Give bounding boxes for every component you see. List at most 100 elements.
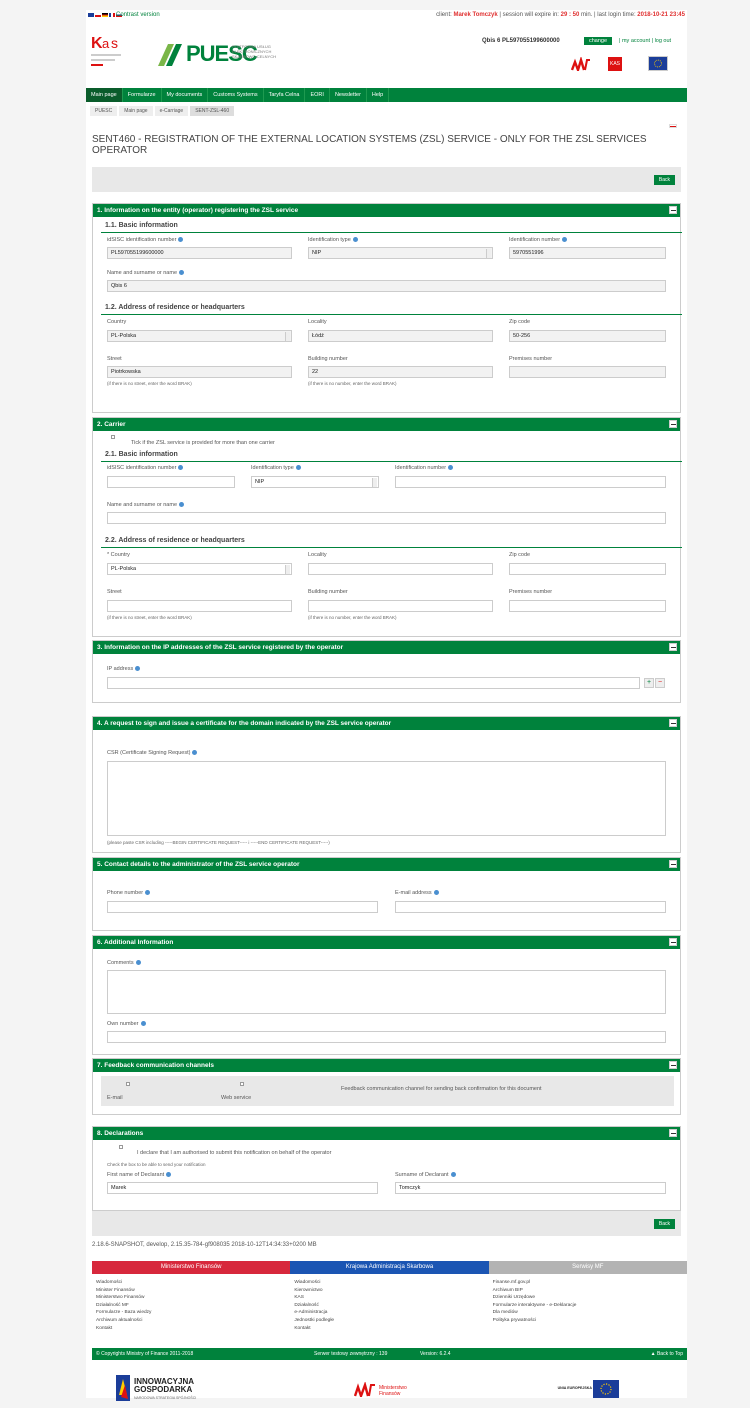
nav-customs-systems[interactable]: Customs Systems: [208, 88, 264, 102]
kas-logo-icon[interactable]: K a s: [89, 28, 127, 68]
carrier-idnum-field[interactable]: [395, 476, 666, 488]
footer-col-kas: Wiadomości Kierownictwo KAS Działalność …: [290, 1279, 488, 1332]
footer-link[interactable]: Polityka prywatności: [493, 1317, 687, 1325]
section-additional-header[interactable]: 6. Additional Information: [93, 936, 680, 949]
breadcrumb-puesc[interactable]: PUESC: [90, 106, 118, 116]
footer-link[interactable]: Kontakt: [96, 1325, 290, 1333]
footer-link[interactable]: Minister Finansów: [96, 1287, 290, 1295]
footer-link[interactable]: Formularze - Baza wiedzy: [96, 1309, 290, 1317]
flag-de-icon[interactable]: [102, 13, 108, 17]
footer-link[interactable]: Dla mediów: [493, 1309, 687, 1317]
footer-tab-mf[interactable]: Ministerstwo Finansów: [92, 1261, 291, 1274]
email-checkbox[interactable]: [126, 1082, 130, 1086]
nav-main-page[interactable]: Main page: [86, 88, 123, 102]
back-button-top[interactable]: Back: [653, 175, 675, 185]
collapse-icon[interactable]: [669, 420, 677, 428]
footer-link[interactable]: Ministerstwo Finansów: [96, 1294, 290, 1302]
surname-field[interactable]: Tomczyk: [395, 1182, 666, 1194]
premises-field[interactable]: [509, 366, 666, 378]
nav-my-documents[interactable]: My documents: [162, 88, 209, 102]
footer-link[interactable]: Finanse.mf.gov.pl: [493, 1279, 687, 1287]
email-field[interactable]: [395, 901, 666, 913]
web-service-checkbox[interactable]: [240, 1082, 244, 1086]
carrier-country-select[interactable]: PL-Polska: [107, 563, 292, 575]
collapse-icon[interactable]: [669, 860, 677, 868]
contrast-link[interactable]: Contrast version: [116, 12, 160, 18]
back-button-bottom[interactable]: Back: [653, 1219, 675, 1229]
footer-link[interactable]: Działalność MF: [96, 1302, 290, 1310]
email-label: E-mail address: [395, 890, 439, 896]
collapse-icon[interactable]: [669, 206, 677, 214]
nav-help[interactable]: Help: [367, 88, 390, 102]
section-declarations-header[interactable]: 8. Declarations: [93, 1127, 680, 1140]
idsisc-field[interactable]: PL597055199600000: [107, 247, 292, 259]
section-carrier-header[interactable]: 2. Carrier: [93, 418, 680, 431]
carrier-locality-field[interactable]: [308, 563, 493, 575]
flag-fr-icon[interactable]: [109, 13, 115, 17]
nav-formularze[interactable]: Formularze: [123, 88, 162, 102]
nav-taryfa-celna[interactable]: Taryfa Celna: [264, 88, 306, 102]
footer-link[interactable]: Działalność: [294, 1302, 488, 1310]
carrier-zip-field[interactable]: [509, 563, 666, 575]
collapse-icon[interactable]: [669, 938, 677, 946]
footer-link[interactable]: Jednostki podległe: [294, 1317, 488, 1325]
footer-link[interactable]: Archiwum BIP: [493, 1287, 687, 1295]
change-button[interactable]: change: [584, 37, 613, 45]
first-name-field[interactable]: Marek: [107, 1182, 378, 1194]
multi-carrier-checkbox[interactable]: [111, 435, 115, 439]
country-select[interactable]: PL-Polska: [107, 330, 292, 342]
carrier-premises-field[interactable]: [509, 600, 666, 612]
csr-textarea[interactable]: [107, 761, 666, 836]
footer-link[interactable]: Wiadomości: [96, 1279, 290, 1287]
footer-link[interactable]: Archiwum aktualności: [96, 1317, 290, 1325]
footer-tab-kas[interactable]: Krajowa Administracja Skarbowa: [290, 1261, 489, 1274]
carrier-street-field[interactable]: [107, 600, 292, 612]
section-csr-header[interactable]: 4. A request to sign and issue a certifi…: [93, 717, 680, 730]
street-field[interactable]: Piotrkowska: [107, 366, 292, 378]
locality-field[interactable]: Łódź: [308, 330, 493, 342]
building-field[interactable]: 22: [308, 366, 493, 378]
nav-newsletter[interactable]: Newsletter: [330, 88, 367, 102]
footer-link[interactable]: e-Administracja: [294, 1309, 488, 1317]
nav-eori[interactable]: EORI: [305, 88, 330, 102]
idtype-select[interactable]: NIP: [308, 247, 493, 259]
collapse-icon[interactable]: [669, 1061, 677, 1069]
section-ip-header[interactable]: 3. Information on the IP addresses of th…: [93, 641, 680, 654]
collapse-icon[interactable]: [669, 643, 677, 651]
carrier-name-field[interactable]: [107, 512, 666, 524]
breadcrumb-main-page[interactable]: Main page: [119, 106, 153, 116]
section-operator-header[interactable]: 1. Information on the entity (operator) …: [93, 204, 680, 217]
remove-icon[interactable]: −: [655, 678, 665, 688]
footer-tab-serwisy[interactable]: Serwisy MF: [488, 1261, 687, 1274]
add-icon[interactable]: +: [644, 678, 654, 688]
breadcrumb-e-carriage[interactable]: e-Carriage: [154, 106, 189, 116]
footer-link[interactable]: Wiadomości: [294, 1279, 488, 1287]
carrier-idsisc-field[interactable]: [107, 476, 235, 488]
declaration-checkbox[interactable]: [119, 1145, 123, 1149]
collapse-icon[interactable]: [669, 1129, 677, 1137]
phone-field[interactable]: [107, 901, 378, 913]
idnum-field[interactable]: 5970551996: [509, 247, 666, 259]
ip-field[interactable]: [107, 677, 640, 689]
own-number-field[interactable]: [107, 1031, 666, 1043]
section-feedback-header[interactable]: 7. Feedback communication channels: [93, 1059, 680, 1072]
footer-link[interactable]: Kierownictwo: [294, 1287, 488, 1295]
name-field[interactable]: Qbis 6: [107, 280, 666, 292]
account-links[interactable]: | my account | log out: [619, 38, 671, 44]
back-to-top-link[interactable]: ▲ Back to Top: [651, 1348, 683, 1360]
pl-flag-icon[interactable]: [669, 124, 677, 128]
carrier-idtype-select[interactable]: NIP: [251, 476, 379, 488]
flag-pl-icon[interactable]: [95, 13, 101, 17]
footer-link[interactable]: KAS: [294, 1294, 488, 1302]
section-contact-header[interactable]: 5. Contact details to the administrator …: [93, 858, 680, 871]
carrier-building-field[interactable]: [308, 600, 493, 612]
flag-en-icon[interactable]: [88, 13, 94, 17]
comments-textarea[interactable]: [107, 970, 666, 1014]
footer-link[interactable]: Dzienniki Urzędowe: [493, 1294, 687, 1302]
mf-logo-icon[interactable]: [571, 57, 591, 71]
zip-field[interactable]: 50-256: [509, 330, 666, 342]
footer-link[interactable]: Kontakt: [294, 1325, 488, 1333]
kas-small-logo[interactable]: KAS: [608, 57, 622, 71]
footer-link[interactable]: Formularze interaktywne - e-Deklaracje: [493, 1302, 687, 1310]
collapse-icon[interactable]: [669, 719, 677, 727]
